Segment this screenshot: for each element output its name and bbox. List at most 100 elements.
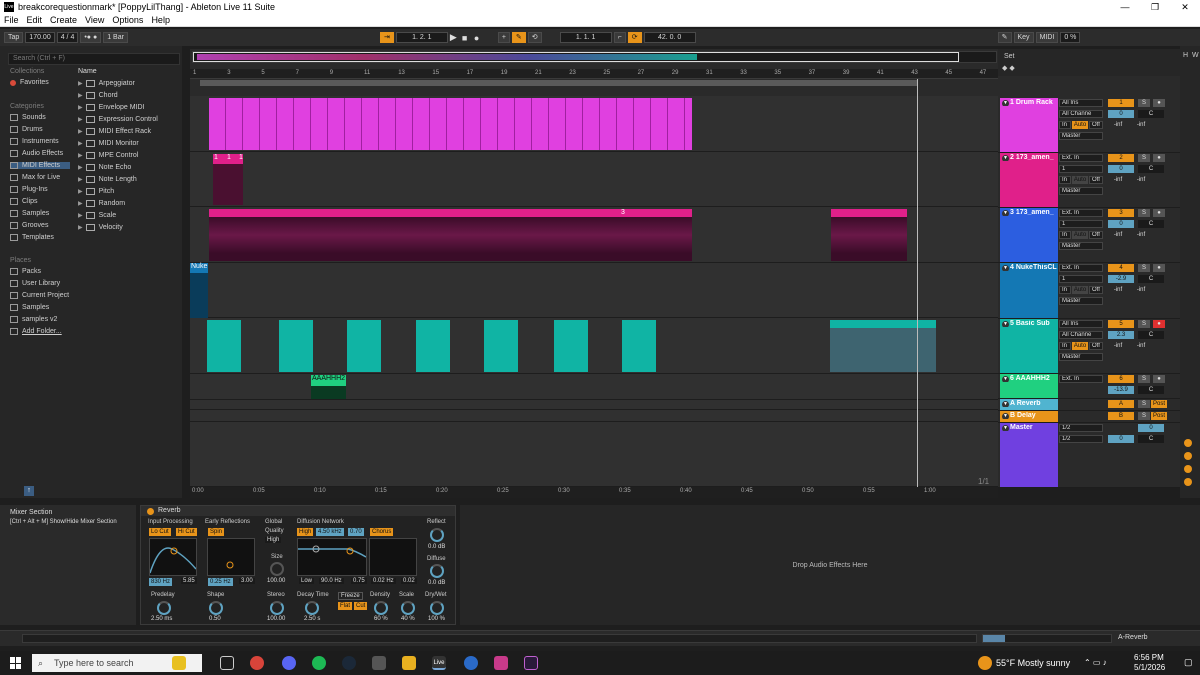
input-type-select[interactable]: All Ins xyxy=(1059,99,1103,107)
track-activator-button[interactable]: 6 xyxy=(1108,375,1134,383)
pan-field[interactable]: C xyxy=(1138,435,1164,443)
track-name[interactable]: ▼ Master xyxy=(1000,424,1058,431)
h-toggle-icon[interactable]: H xyxy=(1183,52,1188,59)
browser-item[interactable]: ▶ Expression Control xyxy=(78,116,158,123)
chorus-rate-field[interactable]: 0.02 Hz xyxy=(371,578,396,584)
mixer-track[interactable]: ▼ 5 Basic Sub All Ins All Channe In Auto Off Ma… xyxy=(998,319,1180,374)
effects-drop-zone[interactable]: Drop Audio Effects Here xyxy=(460,505,1200,625)
diffusion-graph[interactable] xyxy=(297,538,367,576)
tap-tempo-button[interactable]: Tap xyxy=(4,32,24,43)
lo-cut-button[interactable]: Lo Cut xyxy=(149,528,171,536)
track-fold-icon[interactable]: ▼ xyxy=(1002,401,1009,407)
audio-clip[interactable]: AAAHHH2 xyxy=(311,375,346,399)
key-map-button[interactable]: Key xyxy=(1013,32,1034,43)
expand-triangle-icon[interactable]: ▶ xyxy=(78,200,83,207)
expand-triangle-icon[interactable]: ▶ xyxy=(78,164,83,171)
favorites-item[interactable]: Favorites xyxy=(10,79,49,86)
name-column-header[interactable]: Name xyxy=(78,68,97,75)
expand-triangle-icon[interactable]: ▶ xyxy=(78,104,83,111)
output-select[interactable]: Master xyxy=(1059,353,1103,361)
tempo-field[interactable]: 170.00 xyxy=(25,32,55,43)
expand-triangle-icon[interactable]: ▶ xyxy=(78,92,83,99)
high-button[interactable]: High xyxy=(297,528,314,536)
metronome-button[interactable]: •● ● xyxy=(80,32,102,43)
browser-item[interactable]: ▶ Scale xyxy=(78,212,116,219)
low-ratio-field[interactable]: 0.75 xyxy=(351,578,367,584)
track-fold-icon[interactable]: ▼ xyxy=(1002,155,1009,161)
browser-info-icon[interactable]: ↑ xyxy=(24,486,34,496)
input-type-select[interactable]: All Ins xyxy=(1059,320,1103,328)
follow-icon[interactable]: ⇥ xyxy=(379,32,394,43)
browser-item[interactable]: ▶ Pitch xyxy=(78,188,114,195)
scale-knob[interactable] xyxy=(401,601,415,615)
record-icon[interactable]: ● xyxy=(474,33,488,43)
arm-record-icon[interactable]: ● xyxy=(1153,375,1165,383)
audio-clip[interactable]: 3 xyxy=(209,209,692,261)
play-icon[interactable]: ▶ xyxy=(450,32,462,43)
solo-button[interactable]: S xyxy=(1138,264,1150,272)
arrangement-overview[interactable] xyxy=(192,51,997,63)
midi-clip[interactable] xyxy=(207,320,241,372)
audio-clip[interactable]: 1 1 1 xyxy=(213,154,243,205)
punch-in-icon[interactable]: ⌐ xyxy=(613,32,626,43)
track-name[interactable]: ▼ 3 173_amen_ xyxy=(1000,209,1058,216)
arm-record-icon[interactable]: ● xyxy=(1153,209,1165,217)
reflect-knob[interactable] xyxy=(430,528,444,542)
spin-button[interactable]: Spin xyxy=(208,528,225,536)
spotify-icon[interactable] xyxy=(312,656,326,670)
arrangement-lane-basic-sub[interactable] xyxy=(190,318,998,374)
chorus-button[interactable]: Chorus xyxy=(370,528,394,536)
menu-file[interactable]: File xyxy=(0,15,23,25)
w-toggle-icon[interactable]: W xyxy=(1192,52,1199,59)
track-fold-icon[interactable]: ▼ xyxy=(1002,413,1009,419)
place-user-library[interactable]: User Library xyxy=(10,280,60,287)
app-icon[interactable] xyxy=(372,656,386,670)
volume-field[interactable]: -2.9 xyxy=(1108,275,1134,283)
track-activator-button[interactable]: 1 xyxy=(1108,99,1134,107)
volume-field[interactable]: 0 xyxy=(1108,220,1134,228)
track-activator-button[interactable]: 5 xyxy=(1108,320,1134,328)
volume-field[interactable]: 2.3 xyxy=(1108,331,1134,339)
input-channel-select[interactable]: 1 xyxy=(1059,165,1103,173)
track-color-header[interactable] xyxy=(1000,319,1058,373)
audio-clip[interactable] xyxy=(831,209,907,261)
reverb-device[interactable]: Reverb Input Processing Lo Cut Hi Cut 83… xyxy=(140,505,456,625)
browser-item[interactable]: ▶ Note Echo xyxy=(78,164,131,171)
post-button[interactable]: Post xyxy=(1151,412,1167,420)
low-button[interactable]: Low xyxy=(299,578,315,584)
volume-field[interactable]: 0 xyxy=(1108,435,1134,443)
track-activator-button[interactable]: 2 xyxy=(1108,154,1134,162)
browser-item[interactable]: ▶ Arpeggiator xyxy=(78,80,135,87)
menu-view[interactable]: View xyxy=(81,15,108,25)
time-signature-field[interactable]: 4 / 4 xyxy=(56,32,79,43)
input-filter-graph[interactable] xyxy=(149,538,197,576)
browser-item[interactable]: ▶ Velocity xyxy=(78,224,123,231)
arrangement-lane-nuke[interactable]: Nuke xyxy=(190,263,998,318)
input-type-select[interactable]: Ext. In xyxy=(1059,264,1103,272)
time-ruler[interactable]: 0:00 0:05 0:10 0:15 0:20 0:25 0:30 0:35 0:40 0:45… xyxy=(190,487,998,498)
pan-field[interactable]: C xyxy=(1138,165,1164,173)
category-clips[interactable]: Clips xyxy=(10,198,38,205)
expand-triangle-icon[interactable]: ▶ xyxy=(78,212,83,219)
midi-clip[interactable] xyxy=(484,320,518,372)
place-samples-v2[interactable]: samples v2 xyxy=(10,316,57,323)
loop-switch-icon[interactable]: ⟳ xyxy=(627,32,642,43)
arrangement-lane-drum-rack[interactable] xyxy=(190,96,998,152)
pan-field[interactable]: C xyxy=(1138,275,1164,283)
arm-record-icon[interactable]: ● xyxy=(1153,99,1165,107)
arm-record-icon[interactable]: ● xyxy=(1153,154,1165,162)
arrangement-lane-amen-1[interactable]: 1 1 1 xyxy=(190,152,998,207)
weather-text[interactable]: 55°F Mostly sunny xyxy=(996,658,1070,668)
browser-item[interactable]: ▶ Envelope MIDI xyxy=(78,104,145,111)
browser-search-input[interactable]: Search (Ctrl + F) xyxy=(8,53,180,65)
menu-create[interactable]: Create xyxy=(46,15,81,25)
mixer-track[interactable]: ▼ 1 Drum Rack All Ins All Channe In Auto Off Ma… xyxy=(998,98,1180,153)
midi-clip[interactable] xyxy=(830,320,936,372)
output-select[interactable]: Master xyxy=(1059,187,1103,195)
output-channel-select[interactable]: 1/2 xyxy=(1059,435,1103,443)
expand-triangle-icon[interactable]: ▶ xyxy=(78,128,83,135)
monitor-off-button[interactable]: Off xyxy=(1089,286,1103,294)
input-channel-select[interactable]: 1 xyxy=(1059,220,1103,228)
midi-clip[interactable] xyxy=(279,320,313,372)
early-reflections-graph[interactable] xyxy=(207,538,255,576)
